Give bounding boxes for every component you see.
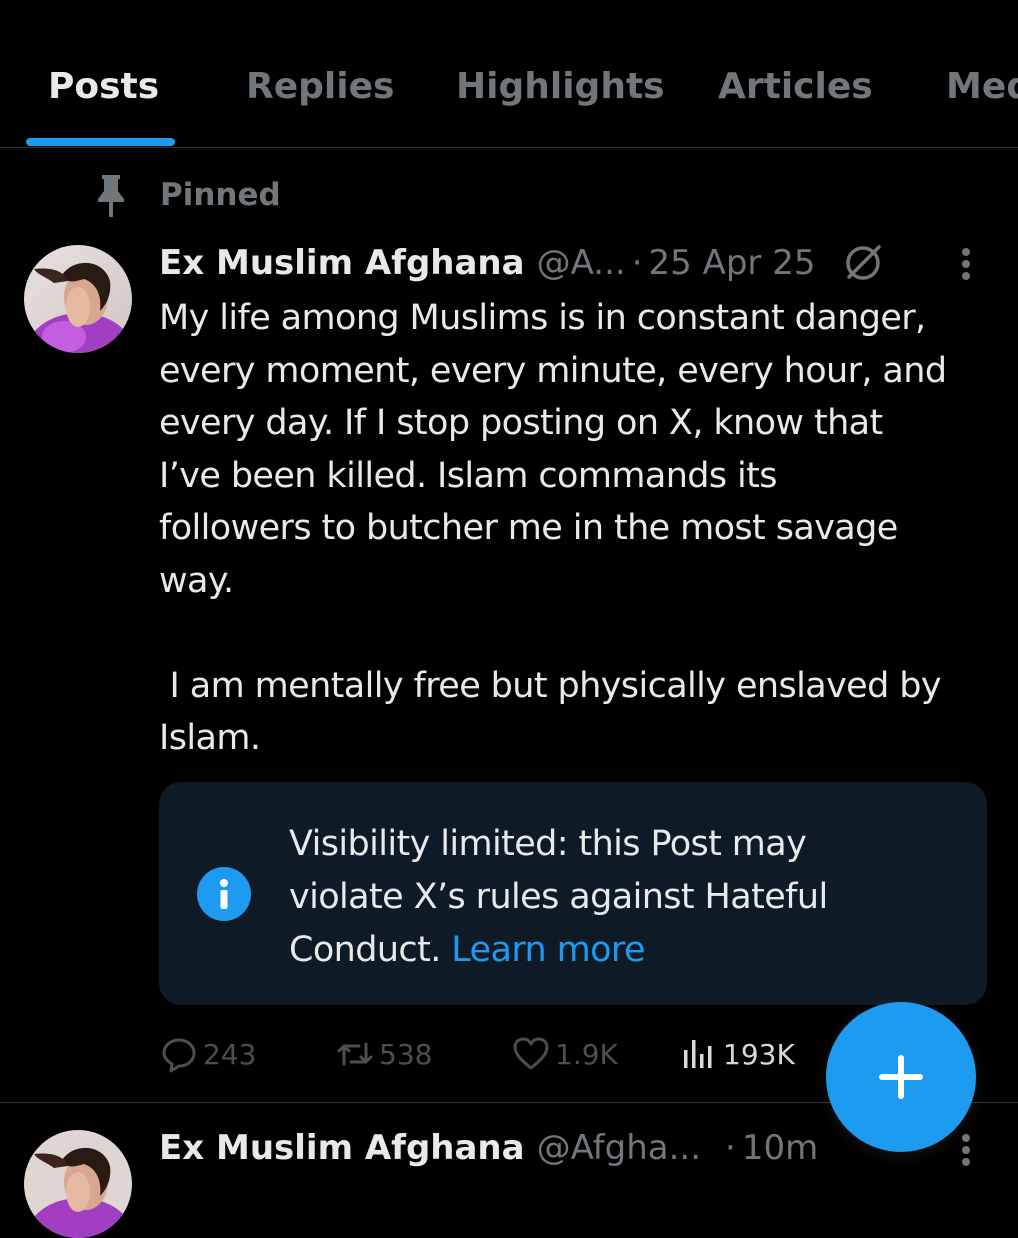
next-post-author-handle[interactable]: @Afgha... [537,1128,701,1168]
next-post-avatar[interactable] [24,1130,132,1238]
pinned-label: Pinned [160,177,281,213]
reply-button[interactable]: 243 [159,1030,256,1078]
visibility-limited-notice: Visibility limited: this Post may violat… [159,782,987,1005]
tab-articles[interactable]: Articles [718,62,873,112]
post-header: Ex Muslim Afghana @A... · 25 Apr 25 [159,238,883,288]
pin-icon [98,175,124,217]
heart-icon [513,1037,549,1070]
info-icon [197,867,251,921]
more-dots-icon [962,248,970,280]
next-post-timestamp[interactable]: 10m [742,1128,818,1168]
views-button[interactable]: 193K [679,1030,795,1078]
next-post-more-options-button[interactable] [951,1128,981,1172]
like-count: 1.9K [555,1037,618,1071]
next-post-header: Ex Muslim Afghana @Afgha... · 10m [159,1123,818,1173]
repost-button[interactable]: 538 [335,1030,432,1078]
avatar[interactable] [24,245,132,353]
compose-post-button[interactable] [826,1002,976,1152]
tab-highlights[interactable]: Highlights [456,62,665,112]
next-post-header-separator: · [725,1128,736,1168]
notice-message: Visibility limited: this Post may violat… [289,818,929,977]
post-timestamp[interactable]: 25 Apr 25 [649,243,816,283]
like-button[interactable]: 1.9K [511,1030,618,1078]
next-post-more-dots-icon [962,1134,970,1166]
author-name[interactable]: Ex Muslim Afghana [159,243,525,283]
active-tab-indicator [26,138,175,146]
plus-icon [879,1055,923,1099]
tab-replies[interactable]: Replies [246,62,394,112]
post-body-text: My life among Muslims is in constant dan… [159,298,947,758]
header-separator: · [631,243,643,283]
repost-icon [337,1042,373,1066]
view-count: 193K [723,1037,795,1071]
repost-count: 538 [379,1037,433,1071]
tab-posts[interactable]: Posts [48,62,159,112]
learn-more-link[interactable]: Learn more [451,930,645,970]
reply-icon [162,1038,196,1073]
grok-icon[interactable] [843,243,883,283]
more-options-button[interactable] [951,242,981,286]
tab-media[interactable]: Media [946,62,1018,112]
profile-tabs: Posts Replies Highlights Articles Media [0,0,1018,148]
pinned-indicator: Pinned [90,172,281,218]
reply-count: 243 [203,1037,257,1071]
author-handle[interactable]: @A... [537,243,626,283]
next-post-author-name[interactable]: Ex Muslim Afghana [159,1128,525,1168]
views-icon [684,1040,712,1068]
